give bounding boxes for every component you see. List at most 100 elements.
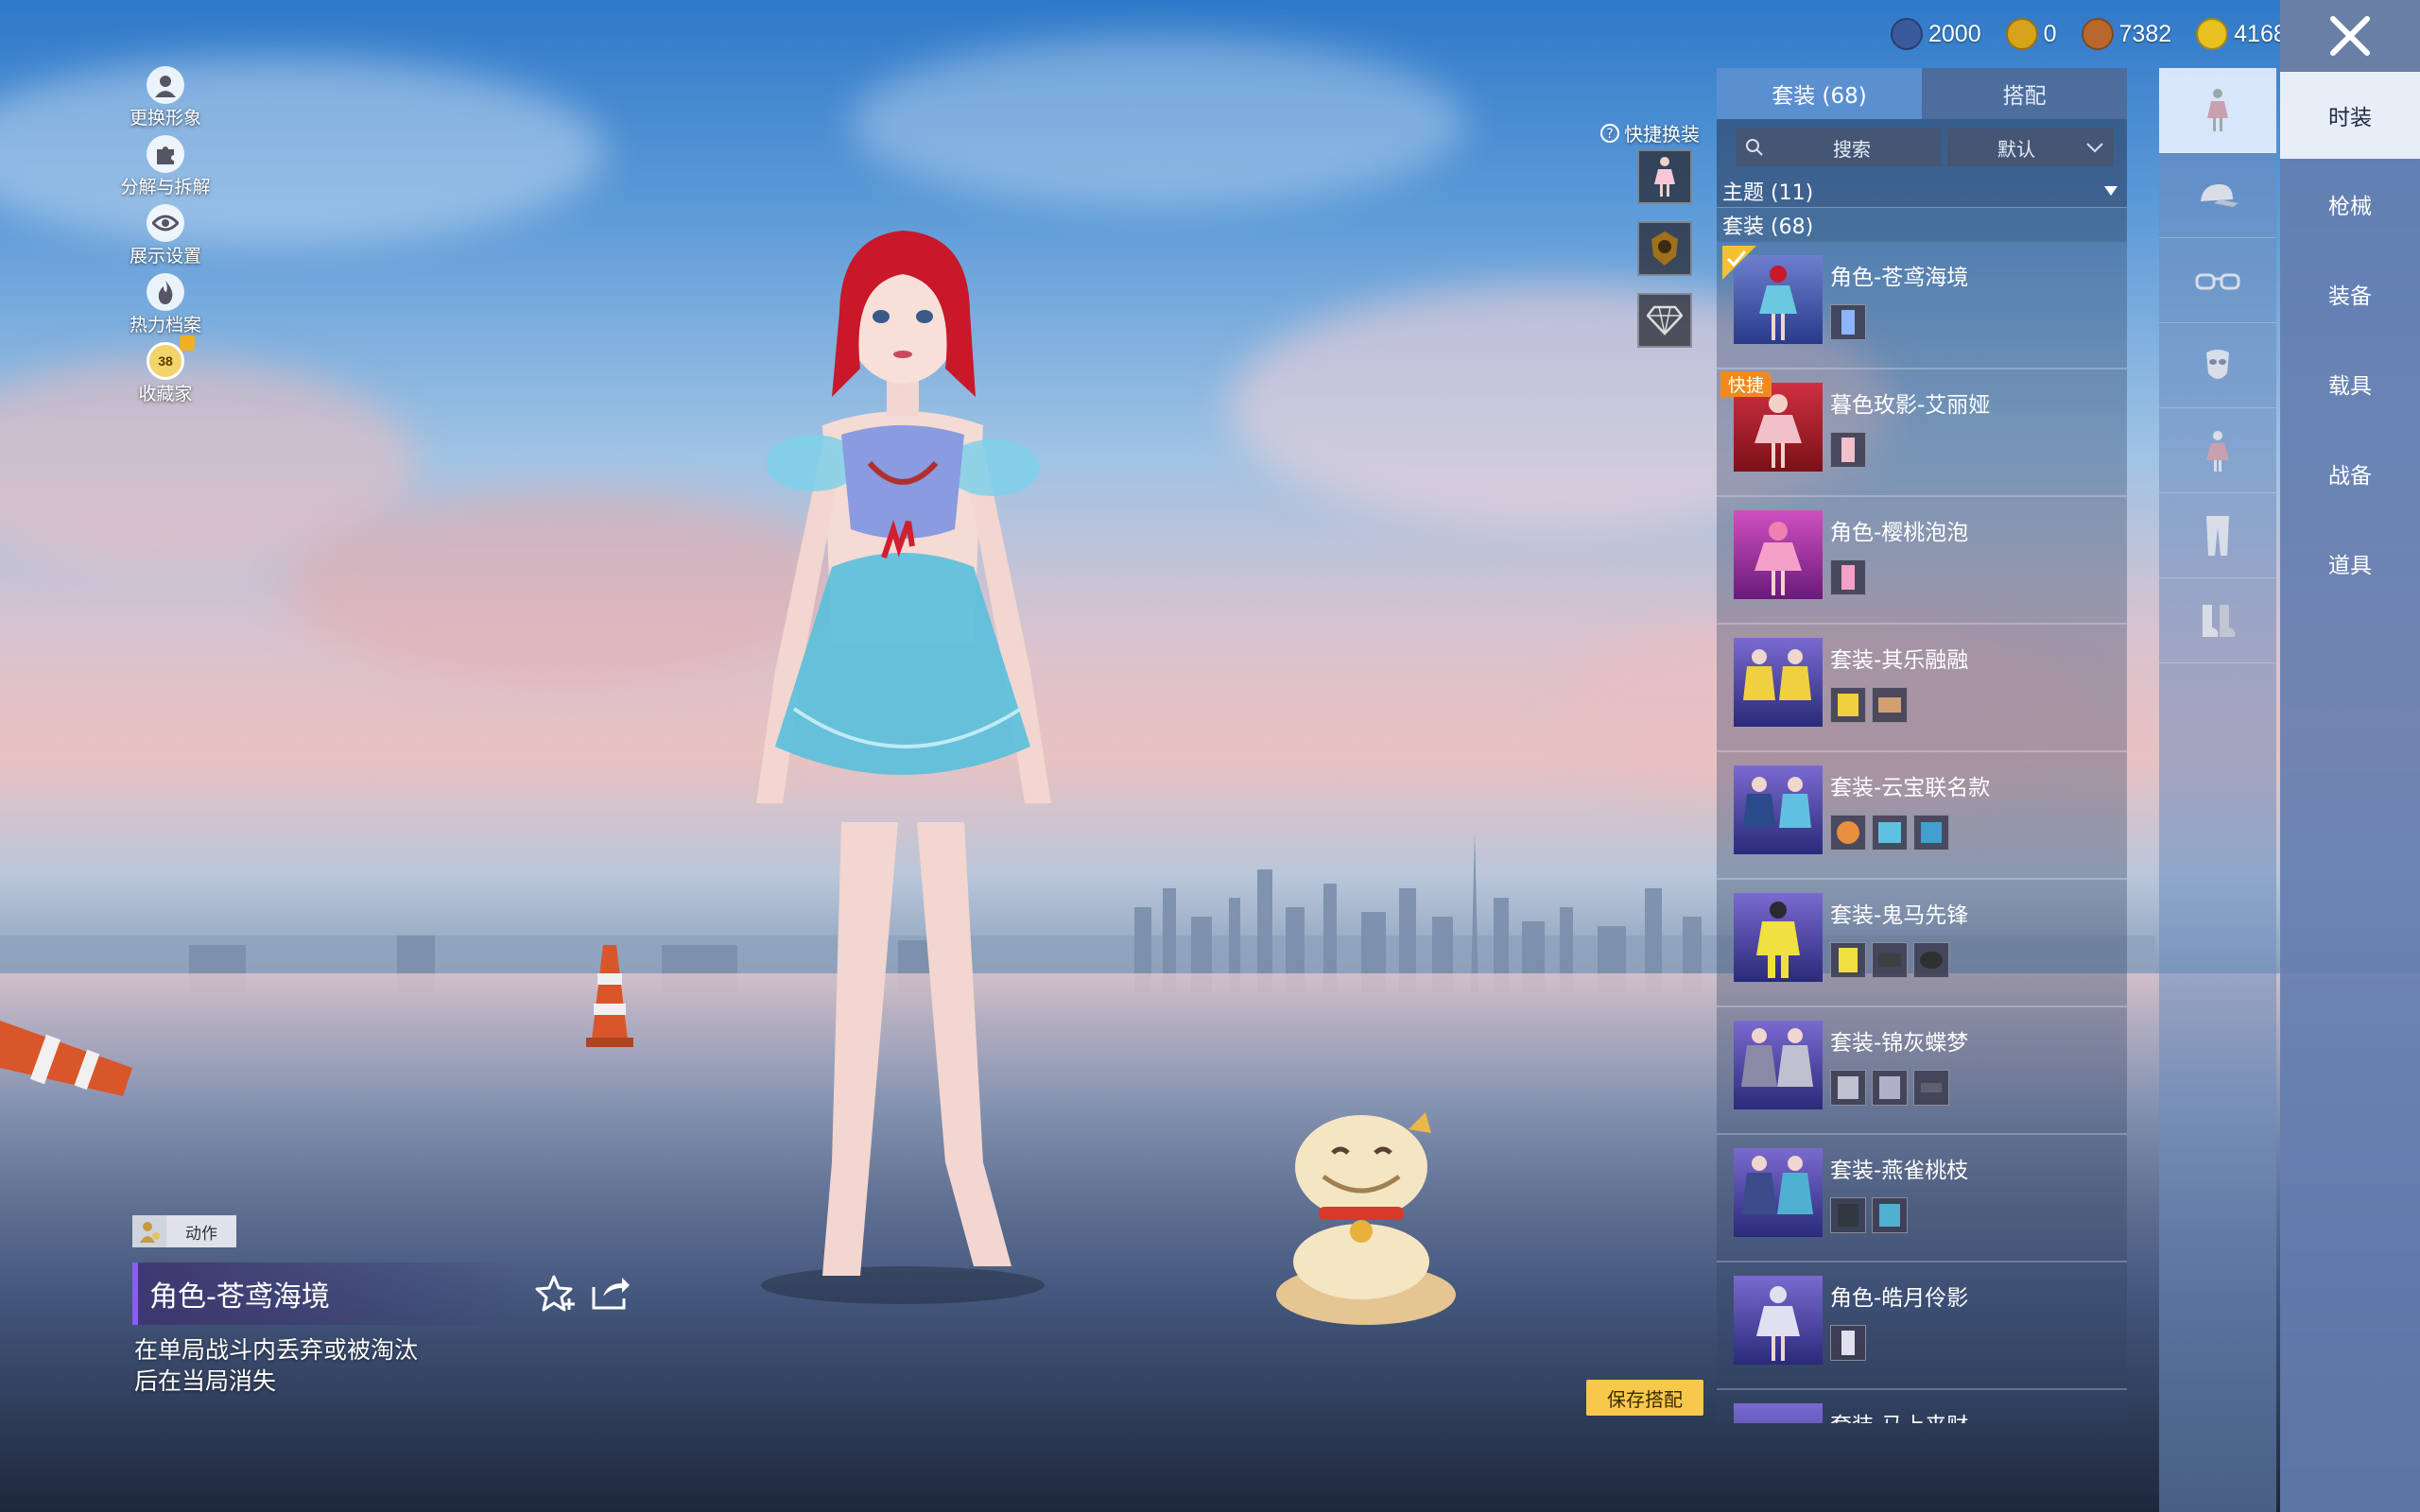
part-icon (1913, 942, 1949, 978)
list-item[interactable]: 套装-鬼马先锋 (1717, 880, 2127, 1007)
list-item[interactable]: 套装-锦灰蝶梦 (1717, 1007, 2127, 1135)
part-icon (1872, 687, 1908, 723)
outfit-name: 套装-马上来财 (1830, 1407, 1968, 1423)
outfit-name: 套装-锦灰蝶梦 (1830, 1031, 1969, 1056)
menu-label: 收藏家 (138, 384, 193, 404)
globe-coin-icon (1891, 18, 1923, 50)
search-icon (1746, 139, 1763, 156)
part-icon (1830, 687, 1866, 723)
close-icon (2330, 16, 2370, 56)
category-items[interactable]: 道具 (2280, 518, 2420, 608)
part-icon (1913, 1070, 1949, 1106)
part-icon (1830, 432, 1866, 468)
tab-combos[interactable]: 搭配 (1922, 68, 2127, 119)
list-item[interactable]: 套装-云宝联名款 (1717, 752, 2127, 880)
cap-icon (2201, 183, 2238, 207)
close-button[interactable] (2280, 0, 2420, 72)
category-gear[interactable]: 装备 (2280, 249, 2420, 338)
eye-icon (147, 204, 184, 242)
outfit-thumbnail (1734, 1276, 1823, 1365)
part-icon (1872, 1197, 1908, 1233)
tab-outfits[interactable]: 套装 (68) (1717, 68, 1922, 119)
currency-value: 0 (2043, 20, 2057, 47)
list-item[interactable]: 套装-其乐融融 (1717, 625, 2127, 752)
decompose-button[interactable]: 分解与拆解 (104, 135, 227, 204)
list-item[interactable]: 角色-樱桃泡泡 (1717, 497, 2127, 625)
outfit-name: 角色-皓月伶影 (1830, 1286, 1969, 1311)
subcategory-outfit[interactable] (2159, 68, 2276, 153)
fallen-traffic-cone (0, 1021, 132, 1096)
caret-down-icon (2104, 185, 2118, 196)
theme-filter[interactable]: 主题 (11) (1717, 174, 2127, 208)
collector-button[interactable]: 38 收藏家 (104, 335, 227, 411)
outfit-thumbnail (1734, 1021, 1823, 1109)
quick-change-text: 快捷换装 (1624, 123, 1700, 146)
list-item[interactable]: 快捷 暮色玫影-艾丽娅 (1717, 369, 2127, 497)
menu-label: 热力档案 (129, 315, 201, 335)
subcategory-hat[interactable] (2159, 153, 2276, 238)
shoes-icon (2203, 604, 2236, 637)
character-model[interactable] (681, 217, 1125, 1314)
category-tactical[interactable]: 战备 (2280, 428, 2420, 518)
part-icon (1830, 304, 1866, 340)
category-fashion[interactable]: 时装 (2280, 72, 2420, 159)
traffic-cone (586, 945, 633, 1047)
subcategory-dress[interactable] (2159, 408, 2276, 493)
search-placeholder: 搜索 (1833, 137, 1871, 161)
outfit-list-panel: 套装 (68) 搭配 搜索 默认 主题 (11) 套装 (68) 角色-苍鸢海境 (1717, 68, 2127, 1429)
outfit-name: 套装-云宝联名款 (1830, 776, 1991, 800)
currency-globe: 2000 (1891, 18, 1981, 50)
outfit-thumbnail (1734, 1148, 1823, 1237)
currency-gold: 0 (2005, 18, 2057, 50)
quick-change-label[interactable]: ? 快捷换装 (1599, 119, 1700, 146)
menu-label: 分解与拆解 (120, 177, 211, 198)
list-item[interactable]: 角色-皓月伶影 (1717, 1263, 2127, 1390)
currency-value: 7382 (2118, 20, 2172, 47)
display-settings-button[interactable]: 展示设置 (104, 204, 227, 273)
sort-dropdown[interactable]: 默认 (1947, 129, 2114, 166)
chevron-down-icon (2086, 143, 2103, 153)
cloud (851, 38, 1465, 208)
quick-badge: 快捷 (1720, 371, 1772, 397)
search-input[interactable]: 搜索 (1736, 129, 1942, 166)
puzzle-icon (147, 135, 184, 173)
currency-value: 2000 (1928, 20, 1981, 47)
quick-slot-diamond[interactable] (1637, 293, 1692, 348)
list-item[interactable]: 套装-燕雀桃枝 (1717, 1135, 2127, 1263)
subcategory-shoes[interactable] (2159, 578, 2276, 663)
subcategory-pants[interactable] (2159, 493, 2276, 578)
share-icon[interactable] (590, 1274, 631, 1312)
category-weapons[interactable]: 枪械 (2280, 159, 2420, 249)
action-button[interactable]: 动作 (132, 1215, 236, 1247)
save-combo-button[interactable]: 保存搭配 (1586, 1380, 1703, 1416)
svg-text:?: ? (1606, 127, 1613, 142)
pants-icon (2206, 515, 2229, 556)
pet-snake-mascot[interactable] (1267, 1101, 1465, 1328)
category-vehicles[interactable]: 载具 (2280, 338, 2420, 428)
favorite-star-icon[interactable] (535, 1274, 579, 1314)
outfit-thumbnail (1734, 638, 1823, 727)
list-item[interactable]: 角色-苍鸢海境 (1717, 242, 2127, 369)
outfit-list[interactable]: 角色-苍鸢海境 快捷 暮色玫影-艾丽娅 角色-樱桃泡泡 套装-其乐融融 套装-云… (1717, 242, 2127, 1423)
change-avatar-button[interactable]: 更换形象 (104, 66, 227, 135)
selected-item-title-bar: 角色-苍鸢海境 (132, 1263, 529, 1325)
outfit-name: 套装-燕雀桃枝 (1830, 1159, 1969, 1183)
menu-label: 更换形象 (129, 108, 201, 129)
action-label: 动作 (185, 1224, 217, 1244)
subcategory-glasses[interactable] (2159, 238, 2276, 323)
outfit-thumbnail (1734, 1403, 1823, 1423)
part-icon (1872, 1070, 1908, 1106)
quick-slot-helmet[interactable] (1637, 221, 1692, 276)
outfit-thumbnail (1734, 510, 1823, 599)
list-item[interactable]: 套装-马上来财 (1717, 1390, 2127, 1423)
part-icon (1913, 815, 1949, 850)
menu-label: 展示设置 (129, 246, 201, 266)
currency-bar: 2000 0 7382 41682 (1891, 13, 2300, 55)
part-icon (1872, 815, 1908, 850)
quick-slot-outfit[interactable] (1637, 149, 1692, 204)
collector-level: 38 (158, 353, 173, 369)
sort-value: 默认 (1997, 137, 2035, 161)
heat-archive-button[interactable]: 热力档案 (104, 273, 227, 342)
subcategory-mask[interactable] (2159, 323, 2276, 408)
gold-coin-icon (2005, 18, 2038, 50)
